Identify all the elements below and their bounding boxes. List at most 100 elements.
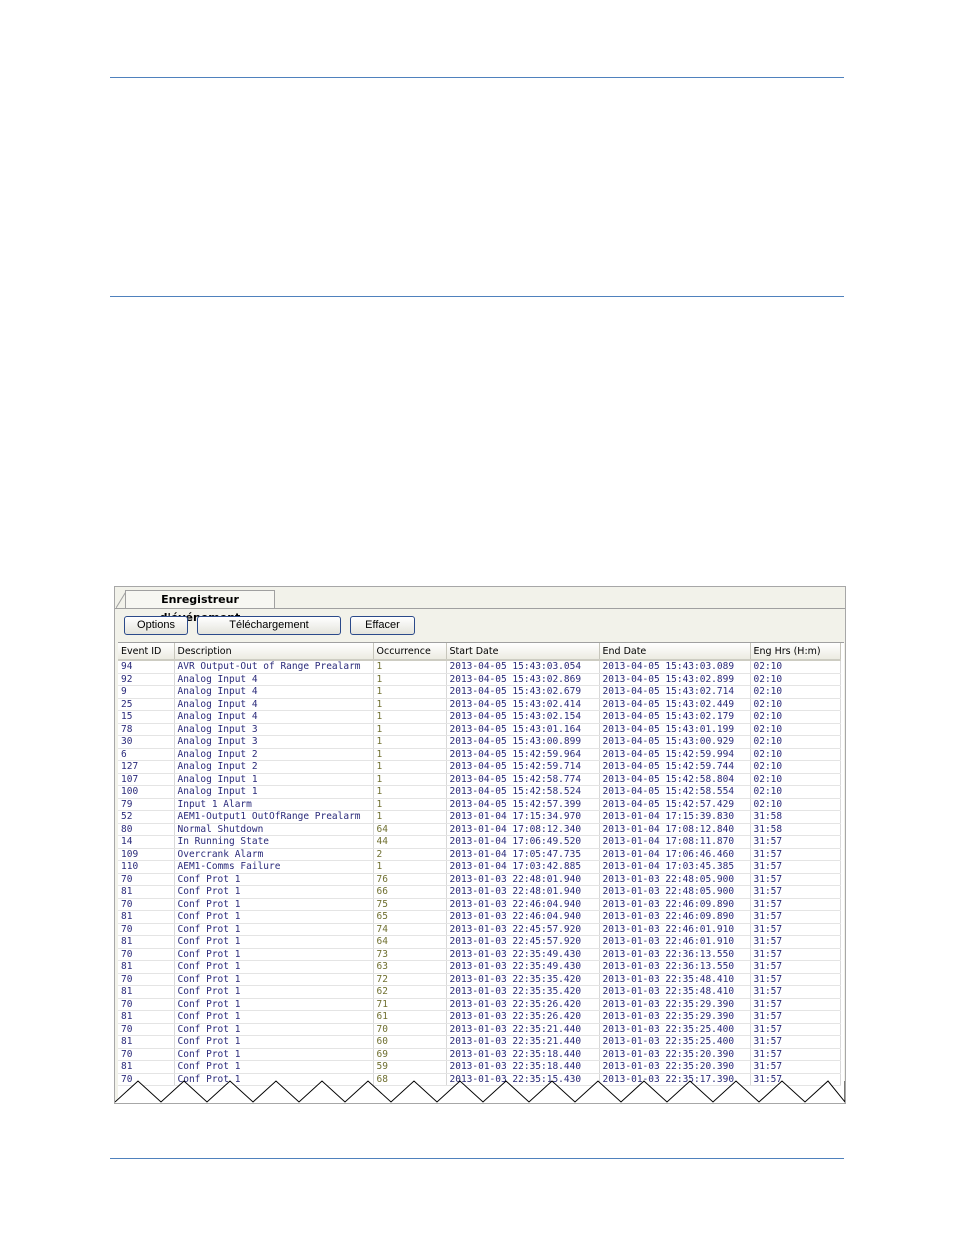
cell-occurrence: 64 — [373, 823, 447, 836]
table-row[interactable]: 30 Analog Input 3 1 2013-04-05 15:43:00.899… — [118, 735, 841, 749]
table-row[interactable]: 70 Conf Prot 1 69 2013-01-03 22:35:18.440 20… — [118, 1048, 841, 1061]
cell-occurrence: 66 — [373, 885, 447, 899]
cell-start-date: 2013-04-05 15:43:03.054 — [446, 660, 600, 674]
table-row[interactable]: 70 Conf Prot 1 68 2013-01-03 22:35:15.430 20… — [118, 1073, 841, 1086]
table-row[interactable]: 9 Analog Input 4 1 2013-04-05 15:43:02.679 2… — [118, 685, 841, 699]
cell-end-date: 2013-01-03 22:35:25.400 — [599, 1023, 751, 1036]
cell-end-date: 2013-04-05 15:43:02.714 — [599, 685, 751, 699]
cell-end-date: 2013-01-03 22:46:09.890 — [599, 910, 751, 924]
cell-event-id: 25 — [118, 698, 175, 711]
tab-event-recorder[interactable]: Enregistreur d'événement — [125, 590, 275, 624]
cell-eng-hrs: 31:57 — [750, 1010, 841, 1024]
cell-eng-hrs: 02:10 — [750, 798, 841, 811]
cell-start-date: 2013-01-03 22:35:21.440 — [446, 1023, 600, 1036]
table-row[interactable]: 15 Analog Input 4 1 2013-04-05 15:43:02.154… — [118, 710, 841, 724]
cell-description: Conf Prot 1 — [174, 985, 374, 999]
cell-description: Input 1 Alarm — [174, 798, 374, 811]
cell-eng-hrs: 31:57 — [750, 898, 841, 911]
table-row[interactable]: 100 Analog Input 1 1 2013-04-05 15:42:58.52… — [118, 785, 841, 799]
table-row[interactable]: 78 Analog Input 3 1 2013-04-05 15:43:01.164… — [118, 723, 841, 736]
table-row[interactable]: 81 Conf Prot 1 66 2013-01-03 22:48:01.940 20… — [118, 885, 841, 899]
table-row[interactable]: 81 Conf Prot 1 62 2013-01-03 22:35:35.420 20… — [118, 985, 841, 999]
table-row[interactable]: 109 Overcrank Alarm 2 2013-01-04 17:05:47.7… — [118, 848, 841, 861]
table-row[interactable]: 81 Conf Prot 1 65 2013-01-03 22:46:04.940 20… — [118, 910, 841, 924]
cell-eng-hrs: 31:58 — [750, 810, 841, 824]
cell-event-id: 70 — [118, 873, 175, 886]
cell-occurrence: 61 — [373, 1010, 447, 1024]
column-header-event-id[interactable]: Event ID — [118, 643, 175, 661]
cell-description: Conf Prot 1 — [174, 1023, 374, 1036]
column-header-description[interactable]: Description — [174, 643, 374, 661]
table-row[interactable]: 110 AEM1-Comms Failure 1 2013-01-04 17:03:4… — [118, 860, 841, 874]
cell-start-date: 2013-01-03 22:46:04.940 — [446, 898, 600, 911]
table-row[interactable]: 80 Normal Shutdown 64 2013-01-04 17:08:12.3… — [118, 823, 841, 836]
cell-occurrence: 1 — [373, 810, 447, 824]
cell-eng-hrs: 02:10 — [750, 785, 841, 799]
table-row[interactable]: 70 Conf Prot 1 74 2013-01-03 22:45:57.920 20… — [118, 923, 841, 936]
download-button[interactable]: Téléchargement — [197, 616, 341, 635]
table-row[interactable]: 70 Conf Prot 1 73 2013-01-03 22:35:49.430 20… — [118, 948, 841, 961]
cell-start-date: 2013-01-03 22:35:15.430 — [446, 1073, 600, 1086]
table-row[interactable]: 70 Conf Prot 1 75 2013-01-03 22:46:04.940 20… — [118, 898, 841, 911]
table-row[interactable]: 94 AVR Output-Out of Range Prealarm 1 2013-… — [118, 660, 841, 674]
cell-start-date: 2013-04-05 15:43:02.414 — [446, 698, 600, 711]
cell-end-date: 2013-04-05 15:42:57.429 — [599, 798, 751, 811]
cell-event-id: 109 — [118, 848, 175, 861]
cell-occurrence: 1 — [373, 748, 447, 761]
cell-event-id: 70 — [118, 1023, 175, 1036]
table-row[interactable]: 25 Analog Input 4 1 2013-04-05 15:43:02.414… — [118, 698, 841, 711]
cell-occurrence: 1 — [373, 785, 447, 799]
table-row[interactable]: 127 Analog Input 2 1 2013-04-05 15:42:59.71… — [118, 760, 841, 774]
column-header-occurrence[interactable]: Occurrence — [373, 643, 447, 661]
cell-end-date: 2013-04-05 15:43:02.179 — [599, 710, 751, 724]
table-row[interactable]: 70 Conf Prot 1 70 2013-01-03 22:35:21.440 20… — [118, 1023, 841, 1036]
cell-end-date: 2013-01-03 22:35:48.410 — [599, 973, 751, 986]
cell-eng-hrs: 31:57 — [750, 1035, 841, 1049]
cell-start-date: 2013-04-05 15:42:59.964 — [446, 748, 600, 761]
cell-occurrence: 60 — [373, 1035, 447, 1049]
table-row[interactable]: 81 Conf Prot 1 59 2013-01-03 22:35:18.440 20… — [118, 1060, 841, 1074]
cell-end-date: 2013-01-03 22:35:29.390 — [599, 998, 751, 1011]
cell-start-date: 2013-01-03 22:35:26.420 — [446, 1010, 600, 1024]
cell-start-date: 2013-01-03 22:35:35.420 — [446, 985, 600, 999]
cell-end-date: 2013-04-05 15:43:01.199 — [599, 723, 751, 736]
table-row[interactable]: 81 Conf Prot 1 64 2013-01-03 22:45:57.920 20… — [118, 935, 841, 949]
cell-occurrence: 63 — [373, 960, 447, 974]
column-header-eng-hrs[interactable]: Eng Hrs (H:m) — [750, 643, 841, 661]
cell-end-date: 2013-01-03 22:35:29.390 — [599, 1010, 751, 1024]
cell-event-id: 81 — [118, 985, 175, 999]
cell-event-id: 52 — [118, 810, 175, 824]
cell-description: Conf Prot 1 — [174, 998, 374, 1011]
table-row[interactable]: 6 Analog Input 2 1 2013-04-05 15:42:59.964 2… — [118, 748, 841, 761]
cell-description: Conf Prot 1 — [174, 923, 374, 936]
cell-eng-hrs: 31:57 — [750, 873, 841, 886]
cell-occurrence: 1 — [373, 673, 447, 686]
cell-event-id: 30 — [118, 735, 175, 749]
column-header-end-date[interactable]: End Date — [599, 643, 751, 661]
table-row[interactable]: 81 Conf Prot 1 63 2013-01-03 22:35:49.430 20… — [118, 960, 841, 974]
table-row[interactable]: 70 Conf Prot 1 76 2013-01-03 22:48:01.940 20… — [118, 873, 841, 886]
cell-eng-hrs: 31:57 — [750, 985, 841, 999]
cell-end-date: 2013-01-03 22:35:25.400 — [599, 1035, 751, 1049]
options-button[interactable]: Options — [124, 616, 188, 635]
table-row[interactable]: 107 Analog Input 1 1 2013-04-05 15:42:58.77… — [118, 773, 841, 786]
cell-end-date: 2013-04-05 15:43:03.089 — [599, 660, 751, 674]
table-row[interactable]: 52 AEM1-Output1 OutOfRange Prealarm 1 2013-… — [118, 810, 841, 824]
table-row[interactable]: 14 In Running State 44 2013-01-04 17:06:49.… — [118, 835, 841, 849]
header-rule — [110, 77, 844, 78]
table-row[interactable]: 70 Conf Prot 1 71 2013-01-03 22:35:26.420 20… — [118, 998, 841, 1011]
table-row[interactable]: 81 Conf Prot 1 61 2013-01-03 22:35:26.420 20… — [118, 1010, 841, 1024]
table-row[interactable]: 92 Analog Input 4 1 2013-04-05 15:43:02.869… — [118, 673, 841, 686]
table-row[interactable]: 79 Input 1 Alarm 1 2013-04-05 15:42:57.399 2… — [118, 798, 841, 811]
table-row[interactable]: 70 Conf Prot 1 72 2013-01-03 22:35:35.420 20… — [118, 973, 841, 986]
cell-description: Normal Shutdown — [174, 823, 374, 836]
cell-occurrence: 71 — [373, 998, 447, 1011]
cell-start-date: 2013-01-04 17:05:47.735 — [446, 848, 600, 861]
cell-event-id: 70 — [118, 1048, 175, 1061]
cell-eng-hrs: 02:10 — [750, 698, 841, 711]
cell-event-id: 6 — [118, 748, 175, 761]
cell-start-date: 2013-04-05 15:43:00.899 — [446, 735, 600, 749]
clear-button[interactable]: Effacer — [350, 616, 415, 635]
column-header-start-date[interactable]: Start Date — [446, 643, 600, 661]
table-row[interactable]: 81 Conf Prot 1 60 2013-01-03 22:35:21.440 20… — [118, 1035, 841, 1049]
